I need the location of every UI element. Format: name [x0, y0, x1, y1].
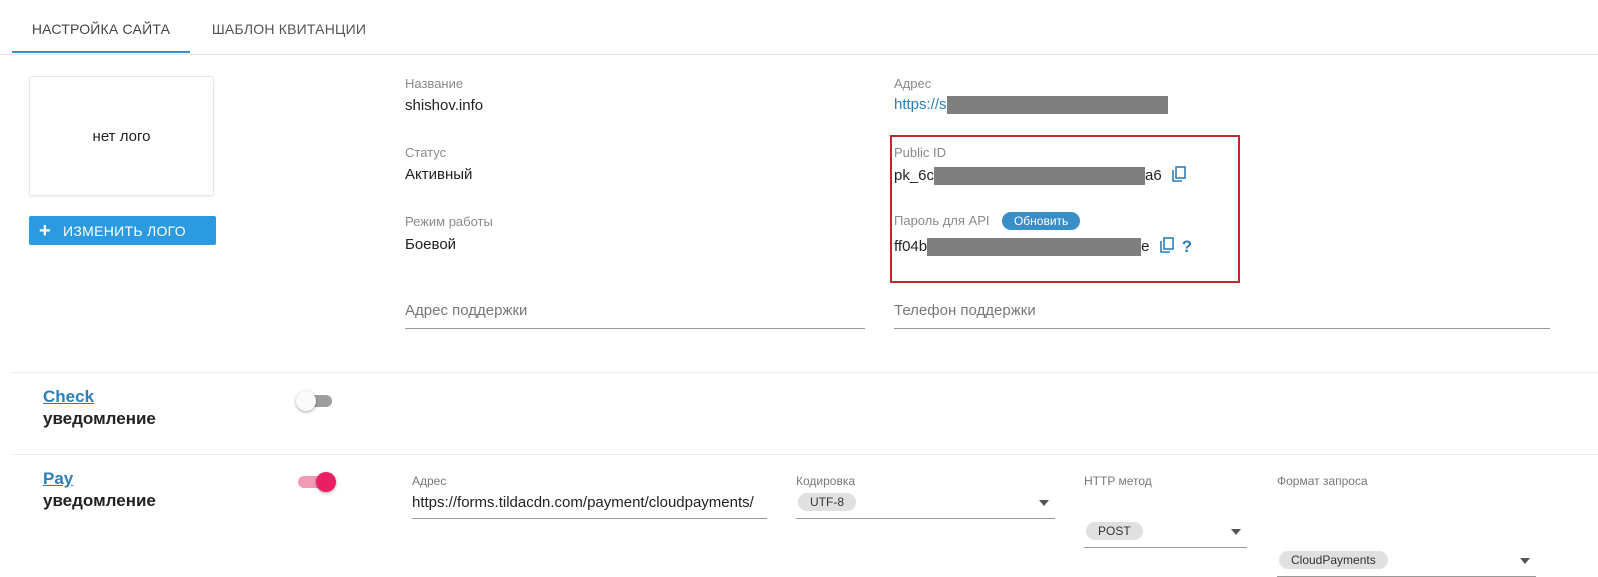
tab-bar: НАСТРОЙКА САЙТА ШАБЛОН КВИТАНЦИИ	[0, 0, 1598, 55]
api-password-row: ff04b e ?	[894, 237, 1192, 257]
redacted-block	[927, 238, 1142, 256]
status-label: Статус	[405, 145, 447, 160]
redacted-block	[946, 96, 1168, 114]
address-label: Адрес	[894, 76, 932, 91]
tab-receipt-template[interactable]: ШАБЛОН КВИТАНЦИИ	[200, 0, 378, 54]
pay-notification-title[interactable]: Pay	[43, 469, 73, 489]
pay-address-label: Адрес	[412, 474, 447, 488]
tab-site-settings[interactable]: НАСТРОЙКА САЙТА	[12, 0, 190, 54]
support-phone-field	[894, 302, 1550, 329]
mode-label: Режим работы	[405, 214, 493, 229]
support-address-input[interactable]	[405, 302, 865, 319]
encoding-chip: UTF-8	[798, 493, 856, 511]
http-method-chip: POST	[1086, 522, 1143, 540]
request-format-select[interactable]: CloudPayments	[1277, 548, 1536, 577]
api-password-suffix: e	[1141, 237, 1150, 255]
encoding-select[interactable]: UTF-8	[796, 490, 1055, 519]
check-notification-toggle[interactable]	[296, 391, 336, 411]
change-logo-label: ИЗМЕНИТЬ ЛОГО	[62, 222, 186, 239]
address-row: https://s	[894, 96, 1168, 114]
api-password-label: Пароль для API	[894, 213, 990, 229]
api-password-prefix: ff04b	[894, 237, 928, 255]
plus-icon: +	[39, 219, 51, 242]
redacted-block	[934, 167, 1146, 185]
copy-icon[interactable]	[1159, 237, 1174, 257]
encoding-label: Кодировка	[796, 474, 856, 488]
divider	[12, 372, 1598, 373]
api-password-header: Пароль для API Обновить	[894, 212, 1081, 230]
request-format-label: Формат запроса	[1277, 474, 1368, 488]
public-id-row: pk_6c a6	[894, 166, 1186, 186]
status-value: Активный	[405, 166, 473, 183]
logo-placeholder-text: нет лого	[92, 127, 151, 145]
divider	[12, 454, 1598, 455]
check-notification-subtitle: уведомление	[43, 409, 156, 428]
request-format-chip: CloudPayments	[1279, 551, 1388, 569]
pay-notification-toggle[interactable]	[296, 472, 336, 492]
public-id-label: Public ID	[894, 145, 947, 160]
mode-value: Боевой	[405, 236, 457, 253]
refresh-password-button[interactable]: Обновить	[1001, 212, 1081, 230]
http-method-label: HTTP метод	[1084, 474, 1152, 488]
dropdown-arrow-icon	[1520, 558, 1530, 564]
support-phone-input[interactable]	[894, 302, 1550, 319]
logo-placeholder: нет лого	[29, 76, 214, 196]
copy-icon[interactable]	[1172, 166, 1186, 186]
toggle-thumb	[296, 391, 316, 411]
toggle-thumb	[316, 472, 336, 492]
dropdown-arrow-icon	[1231, 529, 1241, 535]
address-link[interactable]: https://s	[894, 96, 947, 113]
dropdown-arrow-icon	[1039, 500, 1049, 506]
help-icon[interactable]: ?	[1182, 237, 1192, 257]
pay-notification-subtitle: уведомление	[43, 491, 156, 510]
site-name-label: Название	[405, 76, 464, 91]
pay-address-input[interactable]: https://forms.tildacdn.com/payment/cloud…	[412, 490, 767, 519]
support-address-field	[405, 302, 865, 329]
active-tab-indicator	[12, 51, 190, 53]
public-id-prefix: pk_6c	[894, 166, 935, 184]
check-notification-title[interactable]: Check	[43, 387, 94, 407]
public-id-suffix: a6	[1145, 166, 1162, 184]
change-logo-button[interactable]: + ИЗМЕНИТЬ ЛОГО	[29, 216, 216, 245]
site-name-value: shishov.info	[405, 97, 484, 114]
http-method-select[interactable]: POST	[1084, 519, 1247, 548]
